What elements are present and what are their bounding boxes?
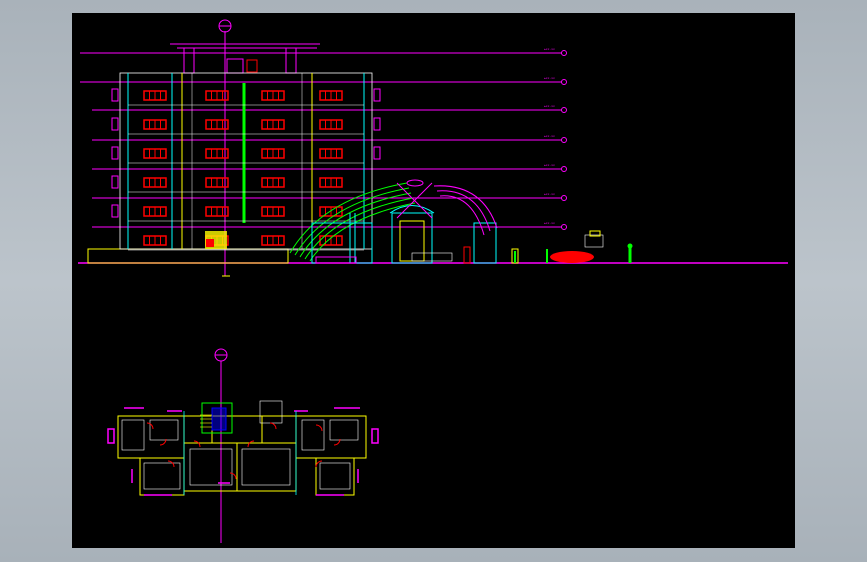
level-lines: [80, 52, 562, 228]
level-label: ±xx.xx: [544, 104, 555, 108]
level-label: ±xx.xx: [544, 192, 555, 196]
plan-columns: [183, 411, 297, 495]
gate-structure: [311, 205, 497, 264]
plan-doors: [146, 422, 341, 480]
roof: [170, 43, 320, 74]
floor-plan: [107, 348, 379, 543]
entrance-door: [206, 239, 214, 247]
level-label: ±xx.xx: [544, 163, 555, 167]
circle-axis-marker-icon: [214, 348, 228, 362]
cad-drawing-viewport[interactable]: ±xx.xx ±xx.xx ±xx.xx ±xx.xx ±xx.xx ±xx.x…: [72, 13, 795, 548]
level-label: ±xx.xx: [544, 221, 555, 225]
level-label: ±xx.xx: [544, 134, 555, 138]
circle-axis-marker-icon: [218, 19, 232, 33]
car: [550, 251, 594, 263]
plan-balconies: [107, 407, 379, 496]
cad-drawing: ±xx.xx ±xx.xx ±xx.xx ±xx.xx ±xx.xx ±xx.x…: [78, 19, 788, 543]
level-tag-icon: [561, 50, 567, 230]
level-label: ±xx.xx: [544, 47, 555, 51]
plan-room-details: [121, 419, 359, 490]
level-label: ±xx.xx: [544, 76, 555, 80]
plinth: [87, 248, 289, 264]
front-elevation: ±xx.xx ±xx.xx ±xx.xx ±xx.xx ±xx.xx ±xx.x…: [78, 19, 788, 277]
